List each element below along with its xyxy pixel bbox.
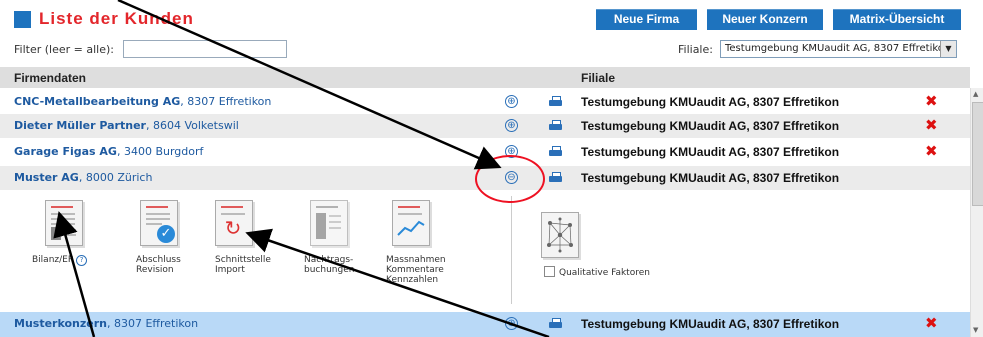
arrow-to-import (245, 228, 550, 337)
arrow-to-balance (53, 211, 96, 337)
arrow-to-collapse (117, 0, 502, 170)
annotation-arrows (53, 0, 550, 337)
